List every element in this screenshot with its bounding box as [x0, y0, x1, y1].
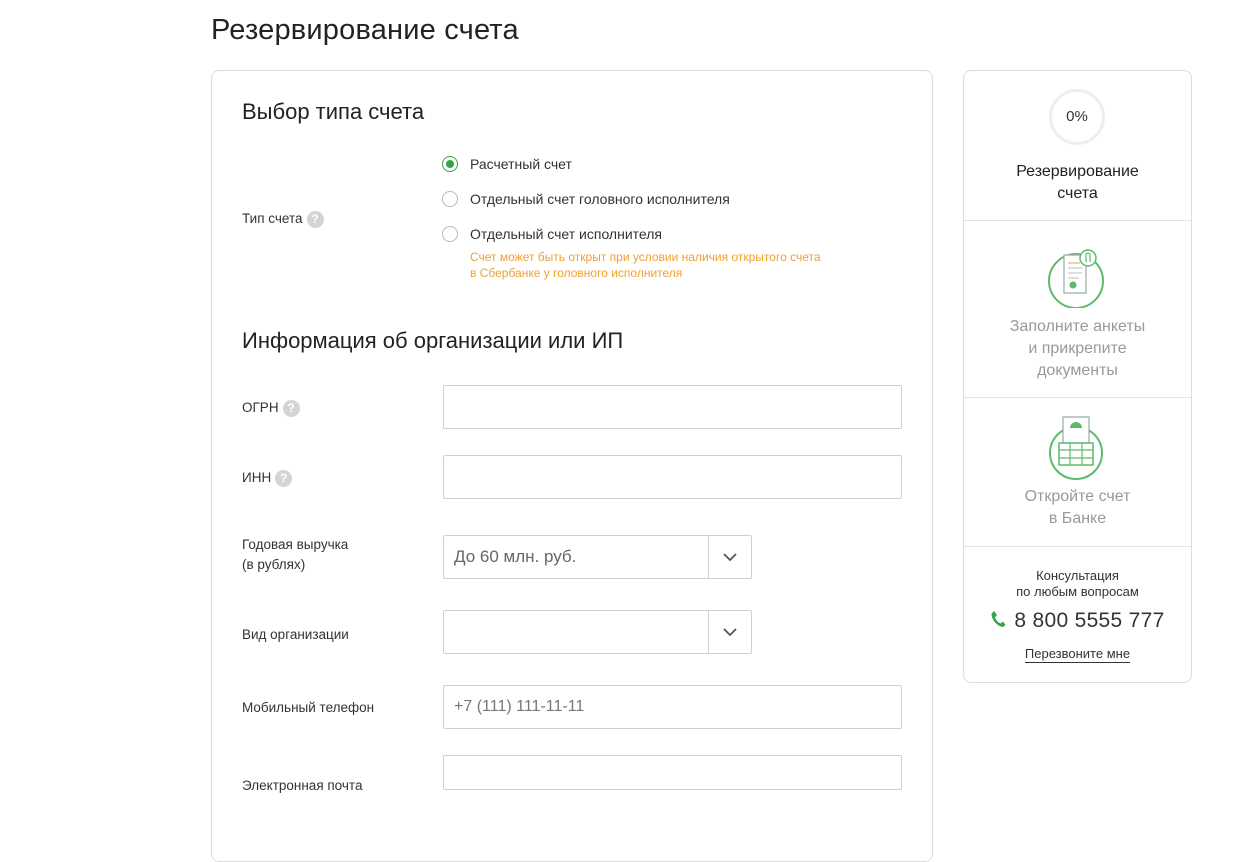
annual-revenue-select[interactable]: До 60 млн. руб.	[443, 535, 752, 579]
organization-type-label: Вид организации	[242, 627, 349, 642]
annual-revenue-label-line: (в рублях)	[242, 557, 306, 572]
bank-icon	[1046, 414, 1108, 485]
radio-label: Отдельный счет исполнителя	[470, 226, 662, 242]
note-line: в Сбербанке у головного исполнителя	[470, 266, 683, 280]
ogrn-help-icon[interactable]: ?	[282, 399, 300, 417]
consultation-line: Консультация	[1036, 568, 1119, 583]
radio-contractor-account[interactable]: Отдельный счет исполнителя	[442, 226, 662, 242]
account-type-label: Тип счета?	[242, 209, 324, 229]
radio-button-checked[interactable]	[442, 156, 458, 172]
progress-sidebar: 0% Резервирование счета Заполните анкеты…	[963, 70, 1192, 683]
step-fill-forms: Заполните анкеты и прикрепите документы	[964, 316, 1191, 382]
annual-revenue-label-line: Годовая выручка	[242, 537, 349, 552]
step-title-line: счета	[1057, 185, 1098, 202]
ogrn-label-text: ОГРН	[242, 400, 279, 415]
phone-number[interactable]: 8 800 5555 777	[1014, 609, 1164, 633]
divider	[964, 397, 1191, 398]
account-type-section-title: Выбор типа счета	[242, 99, 425, 124]
note-line: Счет может быть открыт при условии налич…	[470, 250, 821, 264]
ogrn-label: ОГРН?	[242, 398, 300, 418]
inn-input[interactable]	[443, 455, 902, 499]
radio-head-contractor-account[interactable]: Отдельный счет головного исполнителя	[442, 191, 730, 207]
callback-link: Перезвоните мне	[964, 646, 1191, 663]
step-title-line: Заполните анкеты	[1009, 318, 1146, 335]
radio-button[interactable]	[442, 191, 458, 207]
account-type-help-icon[interactable]: ?	[306, 210, 324, 228]
chevron-down-icon[interactable]	[708, 611, 751, 653]
inn-help-icon[interactable]: ?	[275, 469, 293, 487]
radio-settlement-account[interactable]: Расчетный счет	[442, 156, 572, 172]
inn-label: ИНН?	[242, 468, 293, 488]
annual-revenue-label: Годовая выручка (в рублях)	[242, 535, 348, 575]
consultation-line: по любым вопросам	[1016, 584, 1139, 599]
step-title-line: Резервирование	[1016, 163, 1139, 180]
contractor-account-note: Счет может быть открыт при условии налич…	[470, 249, 830, 281]
step-title-line: документы	[1037, 362, 1118, 379]
mobile-phone-input[interactable]	[443, 685, 902, 729]
callback-link-text[interactable]: Перезвоните мне	[1024, 646, 1131, 663]
page-title: Резервирование счета	[211, 14, 519, 46]
account-type-label-text: Тип счета	[242, 211, 303, 226]
ogrn-input[interactable]	[443, 385, 902, 429]
inn-label-text: ИНН	[242, 470, 272, 485]
chevron-down-icon[interactable]	[708, 536, 751, 578]
organization-type-select[interactable]	[443, 610, 752, 654]
documents-icon	[1046, 246, 1108, 313]
step-title-line: в Банке	[1048, 510, 1107, 527]
annual-revenue-value: До 60 млн. руб.	[454, 547, 577, 566]
progress-indicator: 0%	[1049, 89, 1105, 145]
divider	[964, 220, 1191, 221]
reservation-form-card: Выбор типа счета Тип счета? Расчетный сч…	[211, 70, 933, 862]
step-open-account: Откройте счет в Банке	[964, 486, 1191, 530]
mobile-phone-label: Мобильный телефон	[242, 700, 375, 715]
organization-type-value	[444, 611, 708, 653]
organization-section-title: Информация об организации или ИП	[242, 328, 624, 353]
phone-row: 8 800 5555 777	[964, 609, 1191, 633]
email-input[interactable]	[443, 755, 902, 790]
radio-button[interactable]	[442, 226, 458, 242]
email-label: Электронная почта	[242, 778, 363, 793]
consultation-text: Консультация по любым вопросам	[964, 568, 1191, 600]
step-title-line: Откройте счет	[1024, 488, 1131, 505]
step-reservation: Резервирование счета	[964, 161, 1191, 205]
step-title-line: и прикрепите	[1028, 340, 1127, 357]
divider	[964, 546, 1191, 547]
radio-label: Отдельный счет головного исполнителя	[470, 191, 730, 207]
radio-label: Расчетный счет	[470, 156, 572, 172]
phone-icon	[990, 610, 1006, 633]
